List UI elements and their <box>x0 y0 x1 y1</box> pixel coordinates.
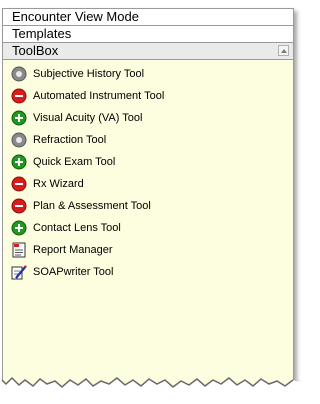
red-minus-icon <box>11 176 27 192</box>
gray-circle-icon <box>11 132 27 148</box>
toolbox-list: Subjective History Tool Automated Instru… <box>3 63 293 283</box>
tool-refraction[interactable]: Refraction Tool <box>3 129 293 151</box>
tool-contact-lens[interactable]: Contact Lens Tool <box>3 217 293 239</box>
tool-label: Contact Lens Tool <box>33 222 121 234</box>
red-minus-icon <box>11 198 27 214</box>
tool-label: Visual Acuity (VA) Tool <box>33 112 143 124</box>
tool-automated-instrument[interactable]: Automated Instrument Tool <box>3 85 293 107</box>
torn-edge <box>0 376 301 404</box>
scroll-up-button[interactable] <box>278 45 289 56</box>
soapwriter-icon <box>11 264 27 280</box>
encounter-view-mode-header[interactable]: Encounter View Mode <box>3 9 293 26</box>
tool-label: Quick Exam Tool <box>33 156 116 168</box>
tool-rx-wizard[interactable]: Rx Wizard <box>3 173 293 195</box>
toolbox-label: ToolBox <box>12 43 59 58</box>
encounter-panel: Encounter View Mode Templates ToolBox Su… <box>2 8 294 394</box>
tool-label: Plan & Assessment Tool <box>33 200 151 212</box>
gray-circle-icon <box>11 66 27 82</box>
green-plus-icon <box>11 154 27 170</box>
tool-quick-exam[interactable]: Quick Exam Tool <box>3 151 293 173</box>
report-icon <box>11 242 27 258</box>
tool-label: Automated Instrument Tool <box>33 90 165 102</box>
green-plus-icon <box>11 220 27 236</box>
red-minus-icon <box>11 88 27 104</box>
tool-soapwriter[interactable]: SOAPwriter Tool <box>3 261 293 283</box>
tool-visual-acuity[interactable]: Visual Acuity (VA) Tool <box>3 107 293 129</box>
tool-label: Rx Wizard <box>33 178 84 190</box>
tool-label: SOAPwriter Tool <box>33 266 114 278</box>
tool-report-manager[interactable]: Report Manager <box>3 239 293 261</box>
tool-subjective-history[interactable]: Subjective History Tool <box>3 63 293 85</box>
templates-header[interactable]: Templates <box>3 26 293 43</box>
green-plus-icon <box>11 110 27 126</box>
tool-label: Subjective History Tool <box>33 68 145 80</box>
tool-plan-assessment[interactable]: Plan & Assessment Tool <box>3 195 293 217</box>
tool-label: Report Manager <box>33 244 113 256</box>
tool-label: Refraction Tool <box>33 134 107 146</box>
toolbox-header[interactable]: ToolBox <box>3 43 293 60</box>
